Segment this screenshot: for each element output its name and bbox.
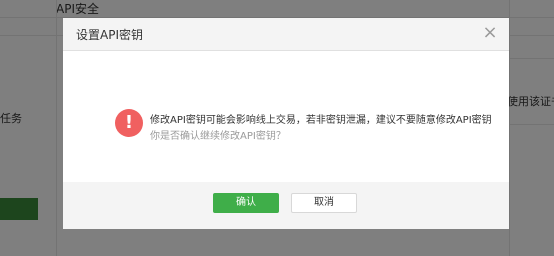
confirm-dialog: 设置API密钥 × ! 修改API密钥可能会影响线上交易，若非密钥泄漏，建议不要…: [63, 18, 509, 229]
dialog-sub-message: 你是否确认继续修改API密钥？: [150, 131, 286, 142]
dialog-footer: 确认 取消: [63, 182, 509, 229]
warning-icon: !: [115, 109, 143, 137]
dialog-message: 修改API密钥可能会影响线上交易，若非密钥泄漏，建议不要随意修改API密钥: [150, 115, 492, 126]
dialog-body: ! 修改API密钥可能会影响线上交易，若非密钥泄漏，建议不要随意修改API密钥 …: [63, 51, 509, 182]
cancel-button[interactable]: 取消: [291, 193, 357, 213]
dialog-header: 设置API密钥 ×: [63, 18, 509, 51]
dialog-title: 设置API密钥: [76, 28, 143, 42]
close-icon[interactable]: ×: [481, 23, 499, 43]
confirm-button[interactable]: 确认: [213, 193, 279, 213]
